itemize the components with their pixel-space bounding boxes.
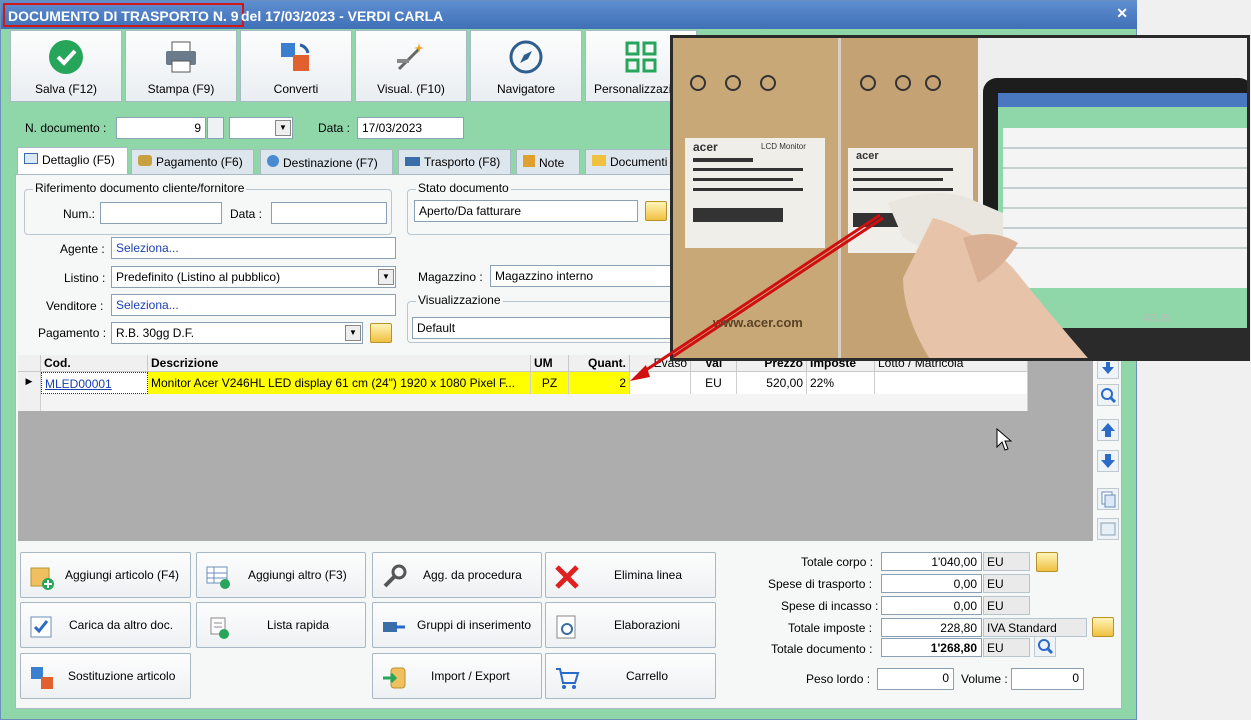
mouse-cursor-icon	[996, 428, 1012, 451]
annotation-arrow	[630, 213, 881, 381]
